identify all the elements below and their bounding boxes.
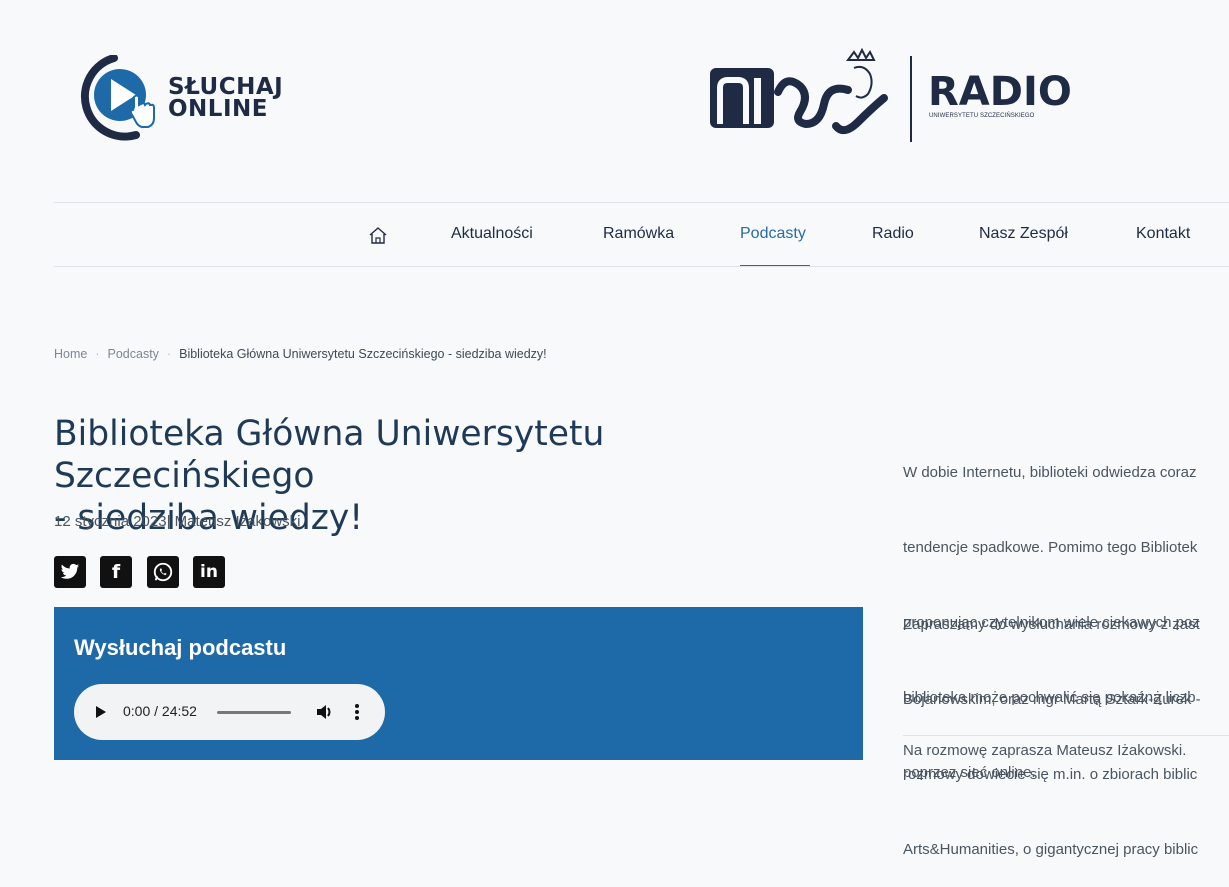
nav-bottom-divider <box>54 266 1229 267</box>
sidebar-line: Arts&Humanities, o gigantycznej pracy bi… <box>903 841 1199 858</box>
sidebar-line: W dobie Internetu, biblioteki odwiedza c… <box>903 464 1197 481</box>
whatsapp-icon[interactable] <box>147 556 179 588</box>
linkedin-icon[interactable]: in <box>193 556 225 588</box>
breadcrumb-separator: · <box>166 347 172 361</box>
twitter-icon[interactable] <box>54 556 86 588</box>
facebook-icon[interactable]: f <box>100 556 132 588</box>
volume-icon[interactable] <box>316 703 334 721</box>
sidebar-line: Na rozmowę zaprasza Mateusz Iżakowski. <box>903 742 1187 759</box>
breadcrumb-podcasty[interactable]: Podcasty <box>108 347 159 361</box>
nav-item-ramowka[interactable]: Ramówka <box>603 225 674 243</box>
sidebar-line: Zapraszamy do wysłuchania rozmowy z zast <box>903 616 1200 633</box>
sidebar-divider <box>903 735 1229 736</box>
nav-item-podcasty[interactable]: Podcasty <box>740 225 806 243</box>
nius-logo-graphic <box>710 47 888 135</box>
breadcrumb: Home · Podcasty · Biblioteka Główna Uniwersy… <box>54 347 547 361</box>
listen-online-text[interactable]: SŁUCHAJ ONLINE <box>168 74 284 122</box>
breadcrumb-home[interactable]: Home <box>54 347 87 361</box>
breadcrumb-current: Biblioteka Główna Uniwersytetu Szczecińs… <box>179 347 547 361</box>
home-icon[interactable] <box>368 225 388 245</box>
more-options-icon[interactable] <box>352 703 362 721</box>
article-title-line1: Biblioteka Główna Uniwersytetu Szczecińs… <box>54 414 605 496</box>
player-progress-track[interactable] <box>217 711 291 714</box>
article-meta: 12 stycznia 2023| Mateusz Iżakowski <box>54 513 301 530</box>
podcast-heading: Wysłuchaj podcastu <box>74 635 287 660</box>
nav-item-radio[interactable]: Radio <box>872 225 914 243</box>
player-time: 0:00 / 24:52 <box>123 703 197 719</box>
radio-word: RADIO <box>928 69 1072 115</box>
nav-item-kontakt[interactable]: Kontakt <box>1136 225 1190 243</box>
sidebar-line: tendencje spadkowe. Pomimo tego Bibliote… <box>903 539 1198 556</box>
brand-divider <box>910 56 912 142</box>
nav-item-nasz-zespol[interactable]: Nasz Zespół <box>979 225 1068 243</box>
nav-top-divider <box>54 202 1229 203</box>
listen-line1: SŁUCHAJ <box>168 74 284 100</box>
sidebar-paragraph-3: Na rozmowę zaprasza Mateusz Iżakowski. <box>903 688 1229 788</box>
radio-subtitle: UNIWERSYTETU SZCZECIŃSKIEGO <box>929 113 1035 119</box>
nav-item-aktualnosci[interactable]: Aktualności <box>451 225 533 243</box>
brand-logo[interactable] <box>708 40 908 155</box>
play-cursor-icon <box>80 54 155 141</box>
breadcrumb-separator: · <box>95 347 100 361</box>
listen-line2: ONLINE <box>168 96 268 122</box>
play-icon[interactable] <box>96 706 106 718</box>
